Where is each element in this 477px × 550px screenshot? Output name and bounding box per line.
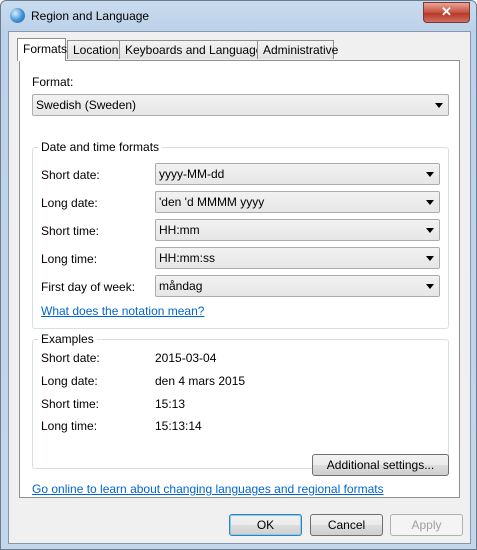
notation-help-link[interactable]: What does the notation mean? <box>41 304 204 318</box>
example-long-time-label: Long time: <box>41 419 98 433</box>
long-time-select[interactable]: HH:mm:ss <box>155 247 440 269</box>
chevron-down-icon <box>426 256 434 261</box>
short-time-label: Short time: <box>41 224 100 238</box>
example-long-date-label: Long date: <box>41 374 98 388</box>
close-button[interactable]: ✕ <box>423 2 470 23</box>
short-time-value: HH:mm <box>159 223 200 237</box>
chevron-down-icon <box>426 200 434 205</box>
globe-icon <box>10 8 25 23</box>
long-date-label: Long date: <box>41 196 98 210</box>
tab-keyboards-and-languages[interactable]: Keyboards and Languages <box>119 40 268 59</box>
long-time-value: HH:mm:ss <box>159 251 215 265</box>
short-time-select[interactable]: HH:mm <box>155 219 440 241</box>
chevron-down-icon <box>426 172 434 177</box>
chevron-down-icon <box>426 284 434 289</box>
first-day-of-week-label: First day of week: <box>41 280 136 294</box>
apply-button[interactable]: Apply <box>390 514 463 536</box>
long-date-value: 'den 'd MMMM yyyy <box>159 195 265 209</box>
example-long-date-value: den 4 mars 2015 <box>155 374 246 388</box>
region-language-window: Region and Language ✕ Formats Location K… <box>0 0 477 550</box>
long-date-select[interactable]: 'den 'd MMMM yyyy <box>155 191 440 213</box>
format-select[interactable]: Swedish (Sweden) <box>32 94 449 116</box>
chevron-down-icon <box>426 228 434 233</box>
window-title: Region and Language <box>31 9 150 23</box>
example-short-date-label: Short date: <box>41 351 100 365</box>
examples-title: Examples <box>38 332 97 346</box>
formats-panel: Format: Swedish (Sweden) Date and time f… <box>19 60 460 498</box>
cancel-button[interactable]: Cancel <box>310 514 383 536</box>
example-short-time-label: Short time: <box>41 397 100 411</box>
tab-formats[interactable]: Formats <box>17 38 67 61</box>
long-time-label: Long time: <box>41 252 98 266</box>
chevron-down-icon <box>435 103 443 108</box>
tab-location[interactable]: Location <box>67 40 120 59</box>
date-time-formats-title: Date and time formats <box>38 140 163 154</box>
online-help-link[interactable]: Go online to learn about changing langua… <box>32 482 384 496</box>
format-select-value: Swedish (Sweden) <box>36 98 137 112</box>
short-date-label: Short date: <box>41 168 100 182</box>
first-day-of-week-value: måndag <box>159 279 203 293</box>
additional-settings-button[interactable]: Additional settings... <box>312 454 449 476</box>
first-day-of-week-select[interactable]: måndag <box>155 275 440 297</box>
short-date-value: yyyy-MM-dd <box>159 167 225 181</box>
format-label: Format: <box>32 75 74 89</box>
title-bar[interactable]: Region and Language ✕ <box>1 1 476 31</box>
ok-button[interactable]: OK <box>229 514 302 536</box>
example-short-time-value: 15:13 <box>155 397 186 411</box>
example-short-date-value: 2015-03-04 <box>155 351 217 365</box>
short-date-select[interactable]: yyyy-MM-dd <box>155 163 440 185</box>
tab-administrative[interactable]: Administrative <box>257 40 338 59</box>
example-long-time-value: 15:13:14 <box>155 419 202 433</box>
dialog-client-area: Formats Location Keyboards and Languages… <box>8 31 471 544</box>
